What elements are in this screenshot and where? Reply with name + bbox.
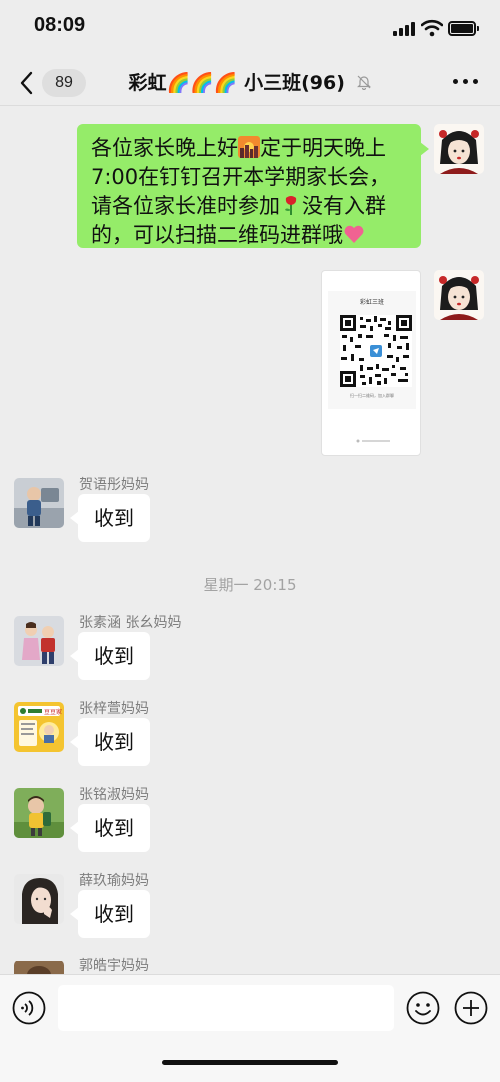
message-timestamp: 星期一 20:15 [203, 576, 297, 594]
back-button[interactable]: 89 [18, 66, 88, 100]
voice-icon[interactable] [12, 991, 46, 1025]
my-avatar[interactable] [434, 124, 484, 174]
unread-count-badge: 89 [42, 69, 86, 97]
avatar-sticker-text: 豆豆家 [44, 708, 62, 716]
outgoing-message-bubble[interactable]: 各位家长晚上好 定于明天晚上7:00在钉钉召开本学期家长会，请各位家长准时参加 … [77, 124, 429, 248]
qr-group-name: 彩虹三班 [359, 299, 384, 306]
sender-name: 张素涵 张幺妈妈 [79, 615, 182, 631]
rose-emoji-icon [285, 196, 297, 215]
status-bar: 08:09 [0, 0, 500, 58]
more-icon[interactable] [452, 72, 480, 92]
incoming-message-bubble[interactable]: 收到 [70, 804, 150, 852]
chat-header: 89 彩虹🌈🌈🌈 小三班(96) [0, 58, 500, 106]
heart-emoji-icon [344, 225, 364, 243]
qr-code-image-message[interactable]: 彩虹三班 扫一扫二维码，加入群聊 [321, 270, 421, 456]
sender-avatar[interactable] [14, 874, 64, 924]
chat-title-text: 彩虹🌈🌈🌈 小三班(96) [128, 72, 345, 94]
sender-avatar[interactable] [14, 478, 64, 528]
qr-card-body: 彩虹三班 扫一扫二维码，加入群聊 [328, 291, 416, 409]
sender-avatar[interactable]: 豆豆家 [14, 702, 64, 752]
my-avatar[interactable] [434, 270, 484, 320]
message-input-bar [0, 974, 500, 1082]
sender-avatar[interactable] [14, 788, 64, 838]
sunset-city-emoji-icon [238, 136, 260, 158]
qr-code [340, 315, 412, 387]
qr-footer-logo [356, 439, 390, 443]
incoming-message-bubble[interactable]: 收到 [70, 632, 150, 680]
sender-name: 张梓萱妈妈 [79, 701, 149, 717]
sender-avatar[interactable] [14, 616, 64, 666]
battery-icon [448, 21, 480, 36]
status-time: 08:09 [34, 14, 86, 36]
incoming-message-bubble[interactable]: 收到 [70, 718, 150, 766]
sender-name: 张铭淑妈妈 [79, 787, 149, 803]
signal-icon [393, 22, 417, 36]
message-text-part-1: 各位家长晚上好 [91, 136, 238, 160]
plus-icon[interactable] [454, 991, 488, 1025]
incoming-message-bubble[interactable]: 收到 [70, 494, 150, 542]
mute-icon [356, 75, 371, 90]
wifi-icon [421, 19, 443, 37]
sender-name: 贺语彤妈妈 [79, 477, 149, 493]
back-icon [20, 71, 33, 95]
emoji-icon[interactable] [406, 991, 440, 1025]
message-input[interactable] [58, 985, 394, 1031]
chat-title[interactable]: 彩虹🌈🌈🌈 小三班(96) [90, 68, 410, 95]
sender-name: 薛玖瑜妈妈 [79, 873, 149, 889]
qr-note: 扫一扫二维码，加入群聊 [350, 393, 394, 398]
home-indicator[interactable] [162, 1060, 338, 1065]
incoming-message-bubble[interactable]: 收到 [70, 890, 150, 938]
sender-avatar[interactable] [14, 960, 64, 974]
sender-name: 郭皓宇妈妈 [79, 958, 149, 974]
